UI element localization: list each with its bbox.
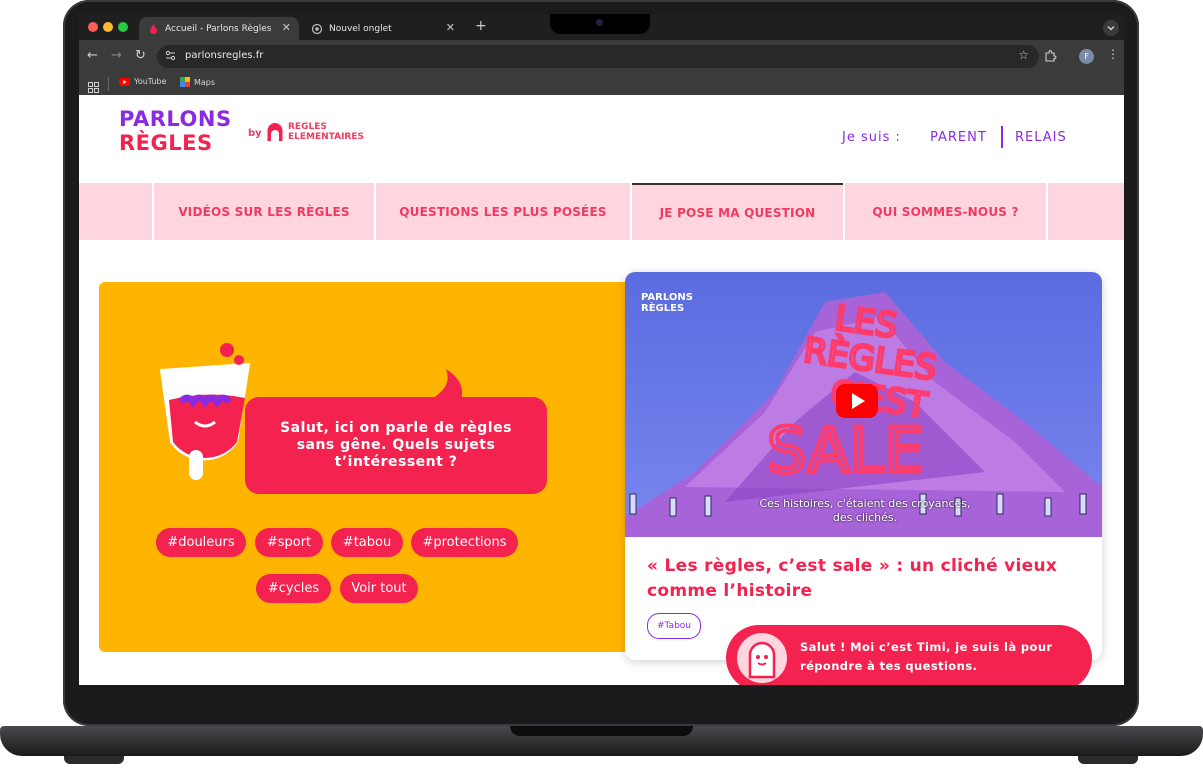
forward-arrow-icon[interactable]: → (111, 48, 122, 64)
menu-item-questions[interactable]: QUESTIONS LES PLUS POSÉES (376, 183, 630, 240)
close-tab-icon[interactable]: ✕ (282, 21, 291, 34)
youtube-icon (119, 77, 130, 86)
chatbot-widget[interactable]: Salut ! Moi c’est Timi, je suis là pour … (726, 625, 1092, 685)
role-parent-link[interactable]: PARENT (930, 130, 987, 145)
video-overlay-logo: PARLONS RÈGLES (641, 292, 693, 314)
bookmark-maps[interactable]: Maps (180, 77, 215, 87)
url-text[interactable]: parlonsregles.fr (185, 50, 263, 61)
browser-tab-active[interactable]: Accueil - Parlons Règles ✕ (139, 17, 299, 40)
screen: Accueil - Parlons Règles ✕ Nouvel onglet… (79, 14, 1124, 685)
video-player[interactable]: LES RÈGLES C'EST SALE PARLONS RÈGLES Ces… (625, 272, 1102, 537)
laptop-foot-right (1078, 756, 1138, 764)
bookmark-label: YouTube (134, 77, 167, 86)
tag-protections[interactable]: #protections (411, 528, 518, 557)
camera-notch (550, 14, 650, 34)
bookmark-star-icon[interactable]: ☆ (1018, 48, 1029, 62)
play-icon (852, 393, 865, 409)
tab-title: Nouvel onglet (329, 23, 392, 34)
partner-face-icon (267, 122, 283, 141)
tag-douleurs[interactable]: #douleurs (156, 528, 246, 557)
laptop-hinge (510, 726, 693, 736)
close-window-button[interactable] (88, 22, 98, 32)
menu-item-videos[interactable]: VIDÉOS SUR LES RÈGLES (154, 183, 374, 240)
browser-tab[interactable]: Nouvel onglet ✕ (303, 17, 463, 40)
tab-title: Accueil - Parlons Règles (165, 23, 272, 34)
partner-line-2: ELEMENTAIRES (288, 132, 364, 142)
see-all-button[interactable]: Voir tout (340, 574, 418, 603)
partner-line-1: REGLES (288, 122, 327, 132)
address-bar[interactable]: parlonsregles.fr ☆ (157, 45, 1039, 68)
close-tab-icon[interactable]: ✕ (446, 21, 455, 34)
menu-item-about[interactable]: QUI SOMMES-NOUS ? (845, 183, 1046, 240)
chrome-icon (312, 23, 322, 34)
menu-divider (1046, 183, 1048, 240)
video-subtitles: Ces histoires, c'étaient des croyances, … (735, 497, 995, 525)
web-page: PARLONS RÈGLES by REGLES ELEMENTAIRES Je… (79, 95, 1124, 685)
role-divider (1001, 126, 1003, 148)
more-menu-icon[interactable]: ⋮ (1107, 47, 1119, 61)
tag-tabou[interactable]: #tabou (331, 528, 403, 557)
maps-icon (180, 77, 190, 87)
bookmark-youtube[interactable]: YouTube (119, 77, 167, 86)
subtitle-line-1: Ces histoires, c'étaient des croyances, (759, 497, 971, 510)
by-label: by (248, 128, 262, 139)
camera-icon (596, 19, 603, 26)
site-info-icon[interactable] (165, 50, 176, 64)
tab-search-button[interactable] (1103, 20, 1119, 36)
intro-text: Salut, ici on parle de règles sans gêne.… (280, 420, 512, 470)
intro-speech-bubble: Salut, ici on parle de règles sans gêne.… (245, 397, 547, 494)
chevron-down-icon (1107, 26, 1115, 31)
laptop-foot-left (64, 756, 124, 764)
back-arrow-icon[interactable]: ← (87, 48, 98, 64)
extensions-icon[interactable] (1043, 48, 1057, 67)
tag-sport[interactable]: #sport (255, 528, 323, 557)
main-menu: VIDÉOS SUR LES RÈGLES QUESTIONS LES PLUS… (79, 183, 1124, 240)
topics-card: Salut, ici on parle de règles sans gêne.… (99, 282, 659, 652)
bookmarks-bar: YouTube Maps (79, 73, 1124, 96)
bookmark-divider (108, 77, 109, 91)
art-sale: SALE (767, 414, 924, 487)
menu-item-ask-question[interactable]: JE POSE MA QUESTION (632, 183, 843, 240)
logo-line-2: RÈGLES (119, 131, 213, 155)
role-relais-link[interactable]: RELAIS (1015, 130, 1067, 145)
video-article-card[interactable]: LES RÈGLES C'EST SALE PARLONS RÈGLES Ces… (625, 272, 1102, 660)
chatbot-greeting: Salut ! Moi c’est Timi, je suis là pour … (800, 640, 1053, 673)
article-tag[interactable]: #Tabou (647, 613, 701, 639)
subtitle-line-2: des clichés. (832, 511, 898, 524)
new-tab-button[interactable]: + (475, 18, 487, 34)
article-title[interactable]: « Les règles, c’est sale » : un cliché v… (647, 554, 1087, 604)
overlay-logo-line-1: PARLONS (641, 292, 693, 303)
profile-avatar[interactable]: F (1079, 49, 1094, 64)
site-logo[interactable]: PARLONS RÈGLES (119, 109, 232, 154)
reload-icon[interactable]: ↻ (135, 48, 146, 64)
minimize-window-button[interactable] (103, 22, 113, 32)
tag-cycles[interactable]: #cycles (256, 574, 331, 603)
browser-toolbar: ← → ↻ parlonsregles.fr ☆ F ⋮ (79, 40, 1124, 73)
maximize-window-button[interactable] (118, 22, 128, 32)
play-button[interactable] (836, 384, 878, 418)
partner-logo[interactable]: REGLES ELEMENTAIRES (266, 122, 364, 142)
timi-mascot-icon (748, 641, 776, 679)
timi-avatar (737, 633, 787, 683)
parlons-regles-favicon-icon (148, 23, 158, 34)
overlay-logo-line-2: RÈGLES (641, 303, 685, 314)
logo-line-1: PARLONS (119, 107, 232, 131)
bookmark-label: Maps (194, 77, 216, 87)
je-suis-label: Je suis : (842, 130, 901, 145)
